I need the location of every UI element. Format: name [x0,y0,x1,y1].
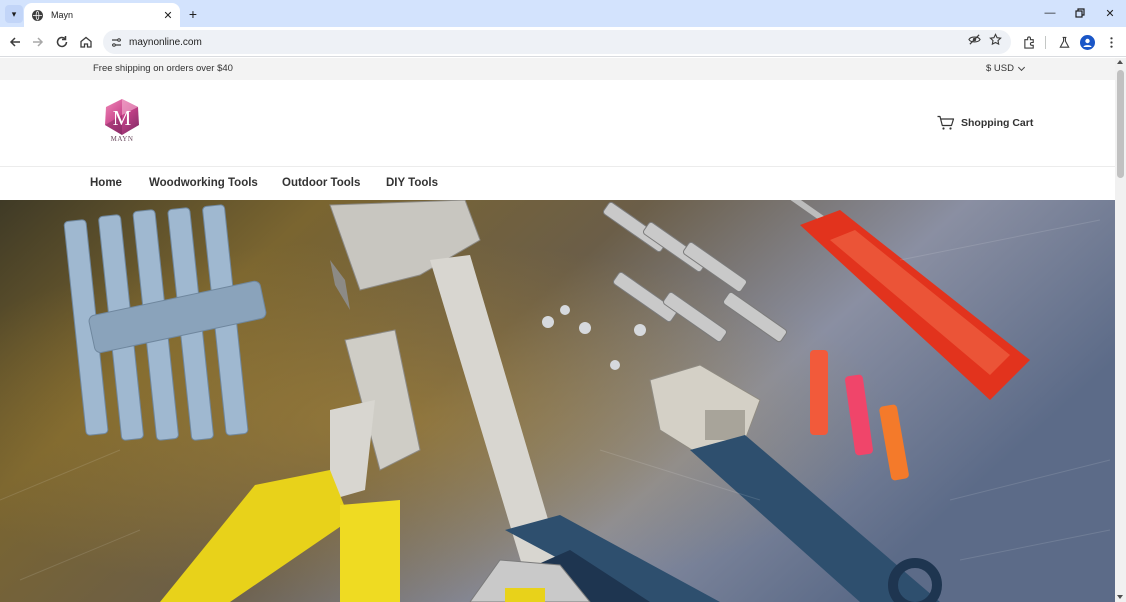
nav-diy-tools[interactable]: DIY Tools [386,177,438,189]
kebab-menu-icon[interactable] [1102,33,1120,51]
scrollbar-thumb[interactable] [1117,70,1124,178]
announcement-bar: Free shipping on orders over $40 $ USD [0,58,1115,80]
toolbar-divider [1045,36,1046,49]
nav-outdoor-tools[interactable]: Outdoor Tools [282,177,360,189]
site-logo[interactable]: M MAYN [100,98,144,146]
scroll-up-arrow-icon[interactable] [1117,60,1123,64]
extensions-icon[interactable] [1020,33,1038,51]
shopping-cart-link[interactable]: Shopping Cart [937,115,1033,131]
back-arrow-icon[interactable] [6,33,24,51]
globe-favicon-icon [32,9,43,21]
scroll-down-arrow-icon[interactable] [1117,595,1123,599]
plus-icon[interactable]: + [184,5,202,23]
hero-banner[interactable] [0,200,1115,602]
minimize-icon[interactable]: — [1035,3,1065,23]
reload-icon[interactable] [53,33,71,51]
restore-icon[interactable] [1065,3,1095,23]
logo-letter: M [113,106,132,130]
free-shipping-text: Free shipping on orders over $40 [93,63,233,74]
currency-label: $ USD [986,63,1014,74]
nav-home[interactable]: Home [90,177,122,189]
tab-search-icon[interactable]: ▾ [5,5,23,23]
hero-tools-image [0,200,1115,602]
cart-label: Shopping Cart [961,117,1034,129]
forward-arrow-icon[interactable] [29,33,47,51]
labs-flask-icon[interactable] [1055,33,1073,51]
star-icon[interactable] [988,32,1002,46]
cart-icon [937,115,955,130]
browser-tab-bar: ▾ Mayn ✕ + — ✕ [0,0,1126,27]
address-bar[interactable]: maynonline.com [103,30,1011,54]
home-icon[interactable] [77,33,95,51]
page-scrollbar[interactable] [1115,58,1126,602]
site-info-icon[interactable] [109,35,123,49]
close-icon[interactable]: ✕ [160,7,176,23]
page-viewport: Free shipping on orders over $40 $ USD M [0,58,1115,602]
close-window-icon[interactable]: ✕ [1095,3,1125,23]
logo-hexagon-icon: M [105,99,139,135]
browser-toolbar: maynonline.com [0,27,1126,57]
profile-icon[interactable] [1080,35,1095,50]
eye-off-icon[interactable] [967,32,981,46]
site-header: M MAYN Shopping Cart [0,80,1115,167]
currency-selector[interactable]: $ USD [986,63,1026,74]
nav-woodworking-tools[interactable]: Woodworking Tools [149,177,258,189]
browser-tab[interactable]: Mayn ✕ [24,3,180,27]
tab-title: Mayn [51,10,74,20]
chevron-down-icon [1017,63,1026,71]
main-navigation: Home Woodworking Tools Outdoor Tools DIY… [0,168,1115,200]
logo-wordmark: MAYN [110,135,134,143]
url-text: maynonline.com [129,36,202,48]
